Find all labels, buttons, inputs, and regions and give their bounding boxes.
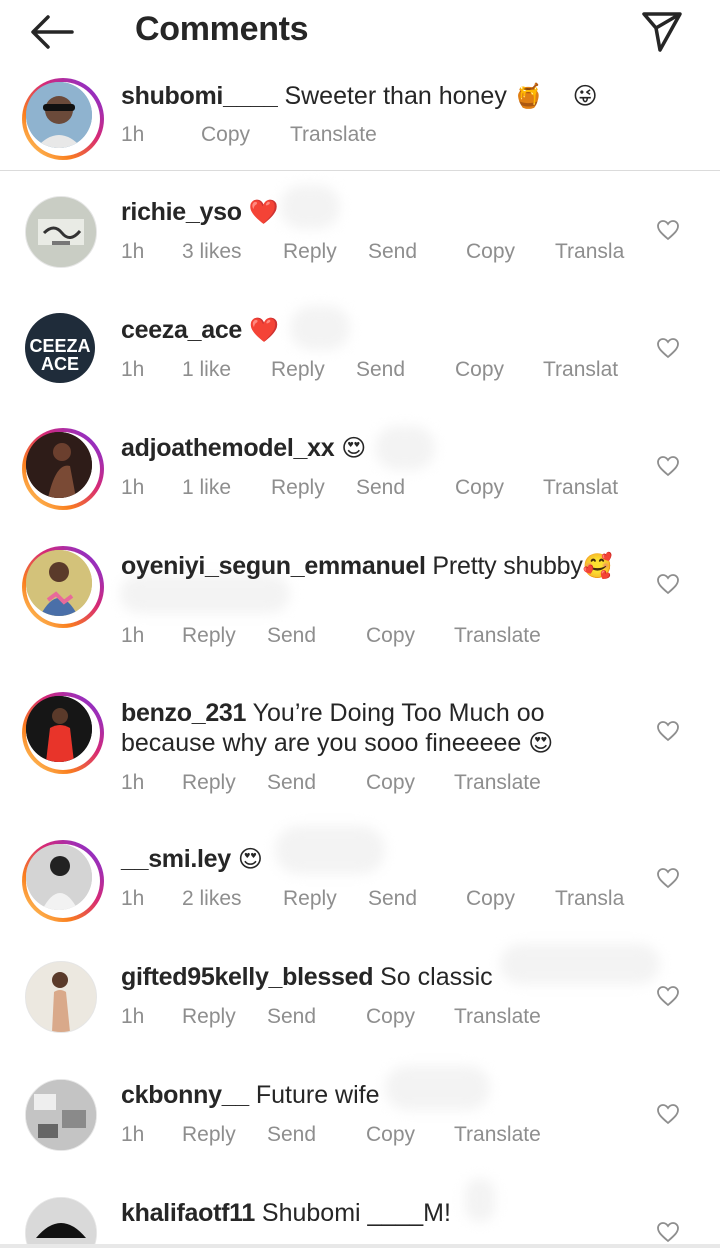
avatar[interactable] [22,1194,104,1244]
comment-username[interactable]: khalifaotf11 [121,1199,255,1227]
comment-body: Shubomi ____M! [261,1199,451,1227]
list-item: khalifaotf11 Shubomi ____M! [0,0,720,1244]
like-heart-icon[interactable] [656,1220,680,1244]
bottom-edge [0,1244,720,1248]
comment-text: khalifaotf11 Shubomi ____M! [121,1198,451,1228]
